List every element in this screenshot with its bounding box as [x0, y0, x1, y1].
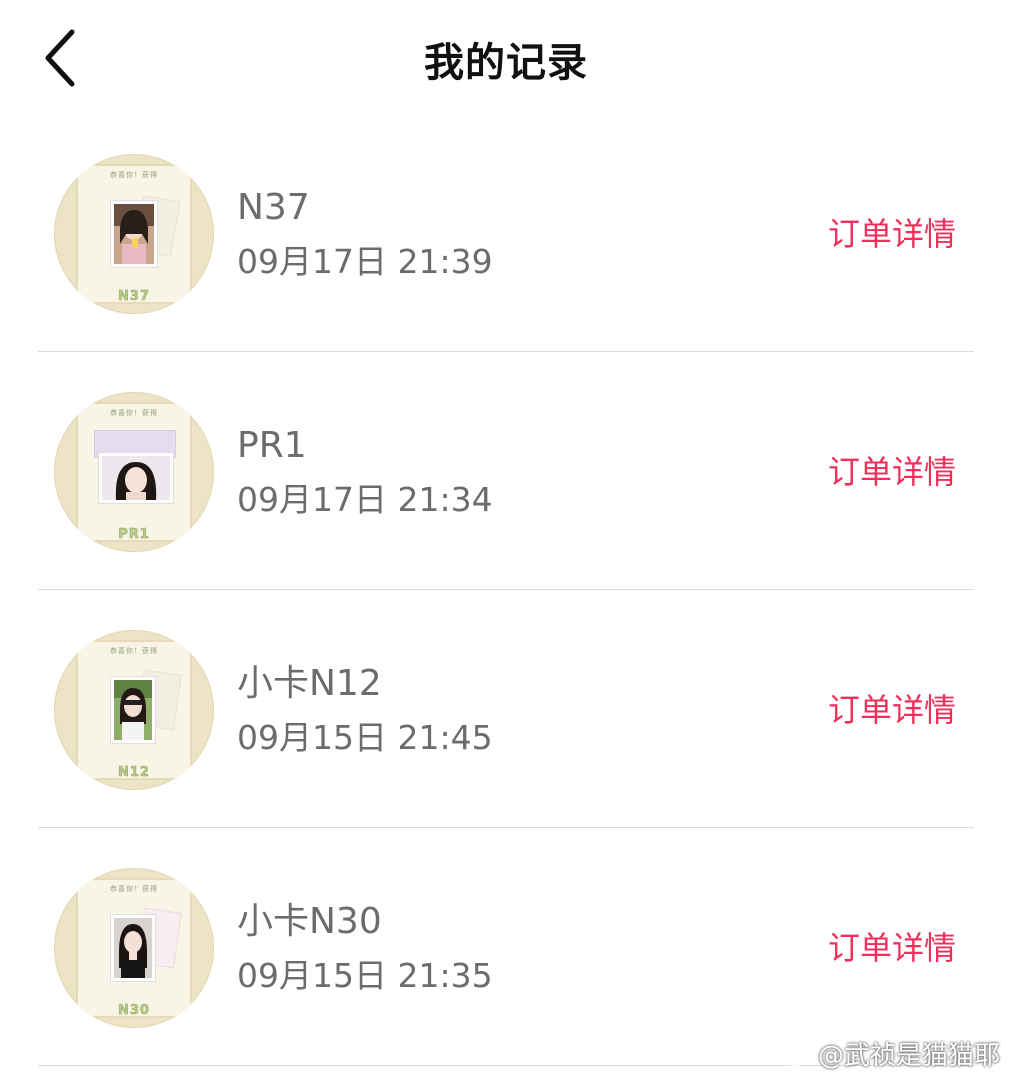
thumbnail-code: N12: [118, 765, 150, 781]
watermark-text: @武祯是猫猫耶: [817, 1041, 1000, 1071]
weibo-icon: [782, 1042, 810, 1066]
photo-card-image: [114, 918, 152, 978]
record-time: 09月17日 21:34: [237, 480, 493, 519]
record-list: 恭喜你！获得 N37 N37 09月17日 21:39 订单详情 恭喜你！获得 …: [0, 114, 1012, 1066]
order-detail-link[interactable]: 订单详情: [828, 212, 956, 256]
thumbnail-code: N37: [118, 289, 150, 305]
thumbnail-header: 恭喜你！获得: [110, 409, 158, 417]
list-item: 恭喜你！获得 PR1 PR1 09月17日 21:34 订单详情: [0, 352, 1012, 590]
photo-card-image: [114, 204, 154, 264]
prize-thumbnail: 恭喜你！获得 N12: [54, 630, 214, 790]
portrait-image: [114, 204, 154, 264]
page-title: 我的记录: [424, 40, 588, 86]
photo-card-image: [114, 680, 152, 740]
list-item: 恭喜你！获得 N30 小卡N30 09月15日 21:35 订单详情: [0, 828, 1012, 1066]
record-name: 小卡N30: [237, 901, 382, 942]
record-time: 09月15日 21:35: [237, 956, 493, 995]
thumbnail-header: 恭喜你！获得: [110, 171, 158, 179]
portrait-image: [102, 456, 170, 500]
watermark: @武祯是猫猫耶: [782, 1035, 1000, 1072]
record-name: 小卡N12: [237, 663, 382, 704]
order-detail-link[interactable]: 订单详情: [828, 450, 956, 494]
prize-thumbnail: 恭喜你！获得 N30: [54, 868, 214, 1028]
thumbnail-header: 恭喜你！获得: [110, 647, 158, 655]
prize-thumbnail: 恭喜你！获得 N37: [54, 154, 214, 314]
thumbnail-code: PR1: [118, 527, 150, 543]
photo-card-image: [102, 456, 170, 500]
thumbnail-header: 恭喜你！获得: [110, 885, 158, 893]
record-name: PR1: [237, 425, 307, 466]
order-detail-link[interactable]: 订单详情: [828, 926, 956, 970]
record-time: 09月17日 21:39: [237, 242, 493, 281]
photo-card: [110, 676, 156, 744]
header-bar: 我的记录: [0, 0, 1012, 120]
order-detail-link[interactable]: 订单详情: [828, 688, 956, 732]
list-item: 恭喜你！获得 N12 小卡N12 09月15日 21:45 订单详情: [0, 590, 1012, 828]
record-name: N37: [237, 187, 310, 228]
portrait-image: [114, 680, 152, 740]
photo-card: [110, 200, 158, 268]
list-item: 恭喜你！获得 N37 N37 09月17日 21:39 订单详情: [0, 114, 1012, 352]
prize-thumbnail: 恭喜你！获得 PR1: [54, 392, 214, 552]
portrait-image: [114, 918, 152, 978]
photo-card: [110, 914, 156, 982]
photo-card: [98, 452, 174, 504]
record-time: 09月15日 21:45: [237, 718, 493, 757]
thumbnail-code: N30: [118, 1003, 150, 1019]
